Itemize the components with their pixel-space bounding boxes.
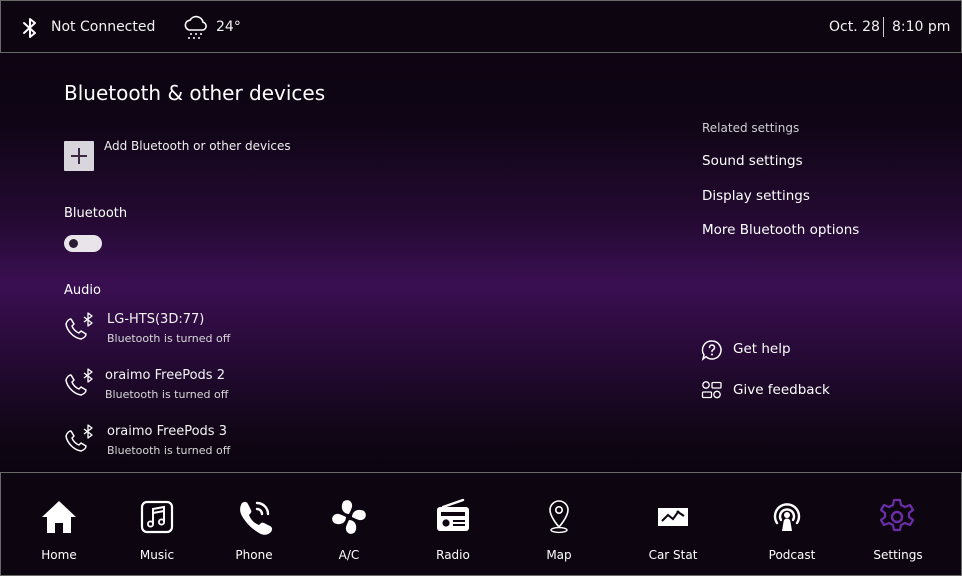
give-feedback-link[interactable]: Give feedback xyxy=(700,379,900,405)
status-bar: Not Connected 24° Oct. 28 8:10 pm xyxy=(0,0,962,53)
bluetooth-phone-icon xyxy=(65,312,93,340)
screen: Not Connected 24° Oct. 28 8:10 pm Blueto… xyxy=(0,0,962,576)
bluetooth-phone-icon xyxy=(65,424,93,452)
give-feedback-label: Give feedback xyxy=(733,382,830,398)
help-icon xyxy=(701,340,722,361)
nav-label: Map xyxy=(546,548,572,562)
add-device-label[interactable]: Add Bluetooth or other devices xyxy=(104,139,291,153)
add-device-button[interactable] xyxy=(64,141,94,171)
nav-phone[interactable]: Phone xyxy=(206,473,302,575)
bluetooth-icon[interactable] xyxy=(21,16,39,40)
nav-label: Home xyxy=(41,548,77,562)
device-status: Bluetooth is turned off xyxy=(107,332,231,345)
nav-label: Radio xyxy=(436,548,470,562)
sound-settings-link[interactable]: Sound settings xyxy=(702,153,803,169)
nav-label: Phone xyxy=(235,548,273,562)
podcast-icon xyxy=(773,503,801,531)
device-status: Bluetooth is turned off xyxy=(105,388,229,401)
connection-status: Not Connected xyxy=(51,19,156,35)
gear-icon xyxy=(879,498,915,532)
display-settings-link[interactable]: Display settings xyxy=(702,188,810,204)
nav-map[interactable]: Map xyxy=(511,473,607,575)
bluetooth-toggle[interactable] xyxy=(64,235,102,252)
device-name: oraimo FreePods 2 xyxy=(105,368,225,383)
device-name: LG-HTS(3D:77) xyxy=(107,312,205,327)
date-time-divider xyxy=(883,17,884,37)
car-stat-icon xyxy=(658,508,688,526)
bluetooth-phone-icon xyxy=(65,368,93,396)
nav-label: Settings xyxy=(873,548,923,562)
fan-icon xyxy=(332,500,366,534)
nav-podcast[interactable]: Podcast xyxy=(744,473,840,575)
nav-home[interactable]: Home xyxy=(11,473,107,575)
nav-radio[interactable]: Radio xyxy=(405,473,501,575)
nav-settings[interactable]: Settings xyxy=(850,473,946,575)
related-settings-heading: Related settings xyxy=(702,121,800,135)
feedback-icon xyxy=(701,381,722,399)
get-help-link[interactable]: Get help xyxy=(700,338,900,364)
nav-car-stat[interactable]: Car Stat xyxy=(625,473,721,575)
page-title: Bluetooth & other devices xyxy=(64,81,326,105)
nav-label: Podcast xyxy=(768,548,816,562)
nav-ac[interactable]: A/C xyxy=(301,473,397,575)
nav-music[interactable]: Music xyxy=(109,473,205,575)
nav-label: Car Stat xyxy=(648,548,698,562)
nav-label: Music xyxy=(139,548,175,562)
bluetooth-heading: Bluetooth xyxy=(64,206,128,221)
radio-icon xyxy=(437,498,469,531)
device-item[interactable]: LG-HTS(3D:77) Bluetooth is turned off xyxy=(62,312,322,356)
device-status: Bluetooth is turned off xyxy=(107,444,231,457)
nav-label: A/C xyxy=(338,548,360,562)
snow-cloud-icon xyxy=(184,15,207,39)
more-bluetooth-options-link[interactable]: More Bluetooth options xyxy=(702,222,859,238)
device-item[interactable]: oraimo FreePods 2 Bluetooth is turned of… xyxy=(62,368,322,412)
device-name: oraimo FreePods 3 xyxy=(107,424,227,439)
get-help-label: Get help xyxy=(733,341,791,357)
music-icon xyxy=(140,500,174,534)
bottom-nav: Home Music Phone A/C Radio Map Car Stat … xyxy=(0,472,962,576)
map-pin-icon xyxy=(549,500,569,534)
home-icon xyxy=(42,501,76,533)
device-item[interactable]: oraimo FreePods 3 Bluetooth is turned of… xyxy=(62,424,322,468)
temperature: 24° xyxy=(216,19,241,35)
date: Oct. 28 xyxy=(829,19,880,35)
time: 8:10 pm xyxy=(892,19,951,35)
phone-icon xyxy=(240,501,273,535)
toggle-knob xyxy=(69,239,78,248)
audio-heading: Audio xyxy=(64,283,101,298)
